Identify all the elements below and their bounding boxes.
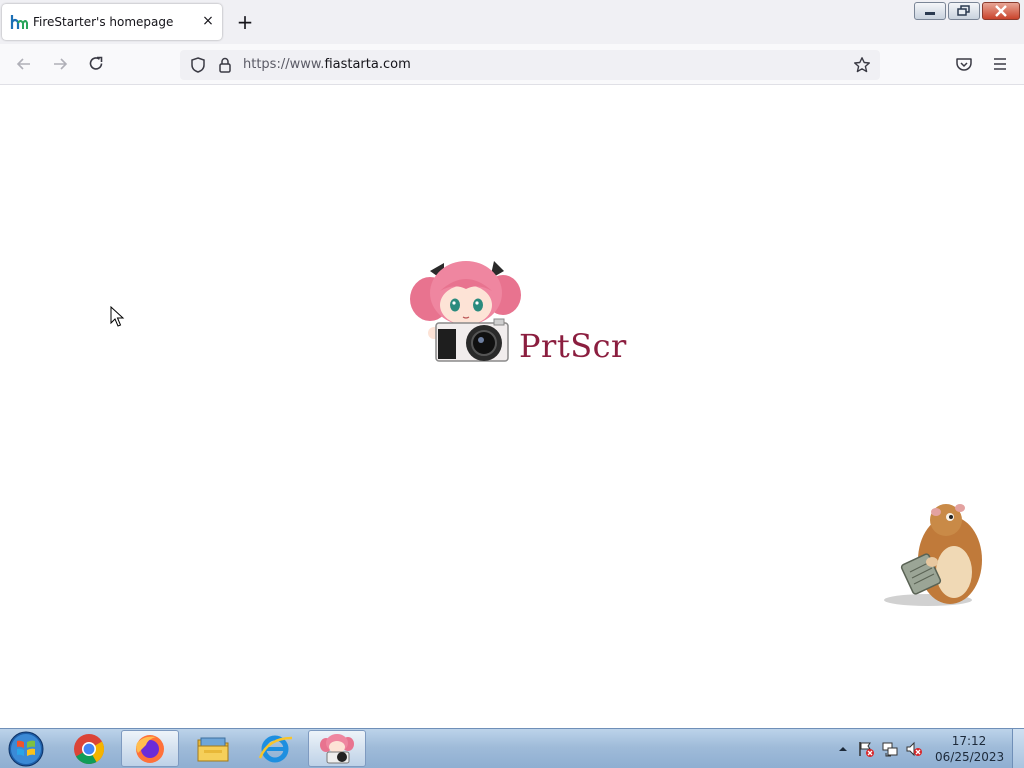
hamburger-menu-icon[interactable] [990, 54, 1010, 74]
address-bar[interactable]: https://www.fiastarta.com [180, 50, 880, 80]
firefox-icon [136, 735, 164, 763]
show-hidden-icons-arrow-icon[interactable] [834, 740, 852, 758]
web-page-content: PrtScr [0, 85, 1024, 728]
windows-taskbar: 17:12 06/25/2023 [0, 728, 1024, 768]
back-arrow-icon[interactable] [14, 54, 34, 74]
navigation-toolbar: https://www.fiastarta.com [0, 44, 1024, 85]
taskbar-firefox-button[interactable] [121, 730, 179, 767]
url-host: fiastarta.com [324, 57, 411, 72]
taskbar-internet-explorer-button[interactable] [246, 730, 304, 767]
start-orb-icon[interactable] [6, 731, 46, 767]
show-desktop-button[interactable] [1012, 729, 1024, 768]
mouse-cursor-icon [110, 306, 125, 327]
clock-date[interactable]: 06/25/2023 [935, 750, 1004, 764]
hamster-mascot-icon [884, 504, 982, 606]
taskbar-prtscr-button[interactable] [308, 730, 366, 767]
lock-icon[interactable] [217, 56, 233, 74]
restore-button[interactable] [948, 2, 980, 20]
network-icon[interactable] [881, 740, 899, 758]
url-text[interactable]: https://www.fiastarta.com [243, 57, 411, 72]
prtscr-logo: PrtScr [408, 257, 626, 367]
shield-icon[interactable] [189, 56, 207, 74]
close-window-button[interactable] [982, 2, 1020, 20]
minimize-button[interactable] [914, 2, 946, 20]
tab-close-button[interactable]: × [199, 12, 217, 30]
window-controls [914, 2, 1020, 20]
file-explorer-icon [197, 737, 229, 762]
clock-time[interactable]: 17:12 [940, 734, 998, 748]
taskbar-chrome-button[interactable] [60, 730, 118, 767]
reload-icon[interactable] [86, 54, 106, 74]
tab-strip: FireStarter's homepage × + [0, 0, 1024, 44]
taskbar-file-explorer-button[interactable] [184, 730, 242, 767]
url-scheme: https://www. [243, 57, 325, 72]
forward-arrow-icon[interactable] [50, 54, 70, 74]
new-tab-button[interactable]: + [235, 12, 255, 32]
action-center-flag-icon[interactable] [857, 740, 875, 758]
volume-muted-icon[interactable] [905, 740, 923, 758]
hm-logo-icon [10, 15, 28, 29]
anime-girl-camera-icon [410, 261, 521, 362]
star-icon[interactable] [853, 56, 871, 74]
tab-title: FireStarter's homepage [33, 15, 174, 29]
chrome-icon [74, 734, 105, 765]
logo-text: PrtScr [519, 327, 627, 365]
internet-explorer-icon [258, 735, 293, 763]
pocket-icon[interactable] [954, 54, 974, 74]
browser-tab[interactable]: FireStarter's homepage × [2, 4, 222, 40]
prtscr-app-icon [320, 734, 354, 764]
